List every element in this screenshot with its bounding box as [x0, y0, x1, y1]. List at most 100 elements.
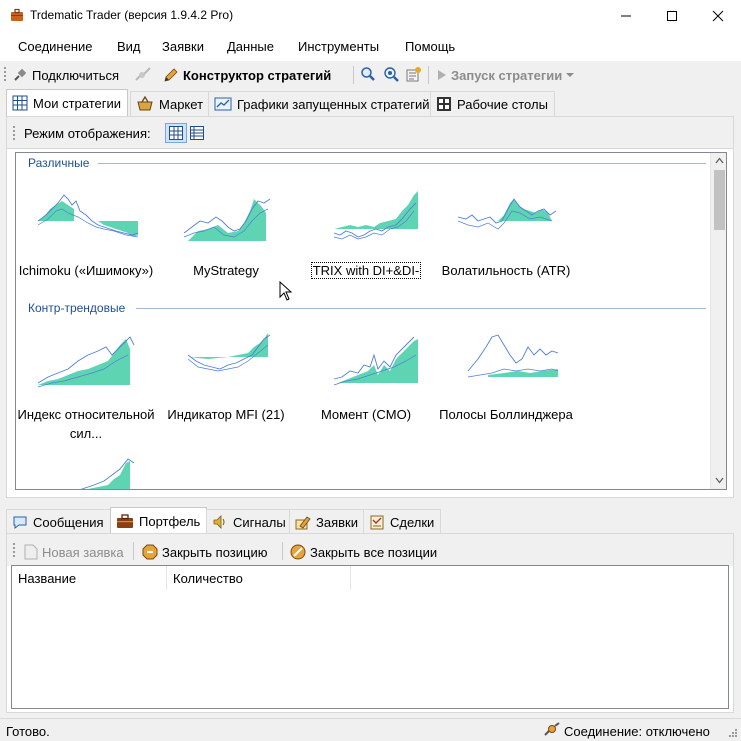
menu-view[interactable]: Вид: [117, 39, 141, 54]
main-tabs: Мои стратегии Маркет Графики запущенных …: [0, 89, 741, 116]
title-bar: Trdematic Trader (версия 1.9.4.2 Pro): [0, 0, 741, 31]
list-view-icon: [190, 126, 204, 140]
settings-icon[interactable]: [406, 66, 422, 85]
connection-status: Соединение: отключено: [564, 724, 710, 739]
tab-running-charts-label: Графики запущенных стратегий: [237, 96, 430, 112]
close-all-icon: [290, 544, 306, 560]
strategy-thumbnail: [187, 333, 271, 372]
strategy-item-trix[interactable]: TRIX with DI+&DI-: [296, 181, 436, 296]
view-mode-label: Режим отображения:: [24, 126, 151, 141]
strategies-panel: Режим отображения: Различные Ichimoku («…: [6, 116, 734, 498]
zoom-settings-icon[interactable]: [383, 66, 399, 85]
maximize-button[interactable]: [649, 0, 695, 31]
column-header-name[interactable]: Название: [12, 566, 167, 590]
tab-signals[interactable]: Сигналы: [206, 509, 293, 534]
search-icon[interactable]: [360, 66, 376, 85]
strategy-thumbnail: [38, 194, 138, 238]
strategy-builder-button[interactable]: Конструктор стратегий: [163, 65, 331, 85]
tab-desktops-label: Рабочие столы: [457, 96, 548, 112]
strategy-label: Волатильность (ATR): [441, 263, 571, 278]
pencil-icon: [164, 68, 178, 82]
chart-window-icon: [214, 97, 232, 111]
tab-my-strategies[interactable]: Мои стратегии: [6, 89, 129, 116]
tab-trades-label: Сделки: [390, 514, 435, 530]
strategy-item-mystrategy[interactable]: MyStrategy: [156, 181, 296, 296]
tab-portfolio[interactable]: Портфель: [110, 507, 208, 534]
scroll-up-icon[interactable]: [715, 157, 724, 164]
menu-help[interactable]: Помощь: [405, 39, 455, 54]
strategy-item-partial[interactable]: [16, 453, 156, 489]
tab-running-charts[interactable]: Графики запущенных стратегий: [208, 91, 437, 116]
strategy-item-volatility[interactable]: Волатильность (ATR): [436, 181, 576, 296]
app-briefcase-icon: [11, 8, 23, 21]
disconnect-icon[interactable]: [134, 66, 152, 87]
strategy-label-selected: TRIX with DI+&DI-: [296, 261, 436, 280]
strategies-list: Различные Ichimoku («Ишимоку») MyStrateg…: [15, 152, 727, 490]
close-button[interactable]: [695, 0, 741, 31]
scroll-down-icon[interactable]: [715, 477, 724, 484]
clipboard-icon: [370, 515, 384, 530]
tab-market[interactable]: Маркет: [130, 91, 211, 116]
strategy-item-bollinger[interactable]: Полосы Боллинджера: [436, 325, 576, 440]
strategy-thumbnail: [333, 336, 418, 386]
run-strategy-button[interactable]: Запуск стратегии: [437, 65, 575, 85]
close-position-button[interactable]: Закрыть позицию: [142, 542, 268, 562]
portfolio-table: Название Количество: [11, 565, 729, 709]
tab-portfolio-label: Портфель: [139, 513, 201, 529]
order-pencil-icon: [295, 516, 311, 530]
dropdown-arrow-icon: [566, 73, 575, 77]
portfolio-toolbar: Новая заявка Закрыть позицию Закрыть все…: [7, 534, 733, 566]
strategy-item-rsi[interactable]: Индекс относительной сил...: [16, 325, 156, 441]
play-icon: [438, 70, 446, 80]
menu-tools[interactable]: Инструменты: [298, 39, 379, 54]
menu-connection[interactable]: Соединение: [18, 39, 93, 54]
connect-button[interactable]: Подключиться: [12, 65, 119, 85]
strategy-builder-label: Конструктор стратегий: [183, 67, 332, 83]
list-view-button[interactable]: [190, 126, 204, 143]
status-bar: Готово. Соединение: отключено: [0, 718, 741, 741]
tab-my-strategies-label: Мои стратегии: [33, 95, 122, 111]
tab-orders[interactable]: Заявки: [289, 509, 365, 534]
status-text: Готово.: [6, 724, 50, 739]
strategy-label: TRIX with DI+&DI-: [310, 262, 422, 279]
vertical-scrollbar[interactable]: [710, 153, 726, 489]
tab-messages[interactable]: Сообщения: [6, 509, 111, 534]
strategy-label: Индикатор MFI (21): [167, 407, 285, 422]
strategy-item-ichimoku[interactable]: Ichimoku («Ишимоку»): [16, 181, 156, 296]
menu-orders[interactable]: Заявки: [162, 39, 204, 54]
group-title-various: Различные: [28, 156, 90, 170]
strategy-thumbnail: [183, 198, 271, 241]
large-icons-icon: [169, 126, 183, 140]
tab-orders-label: Заявки: [316, 514, 358, 530]
strategy-label: Индекс относительной сил...: [17, 407, 155, 441]
strategy-label: Момент (CMO): [320, 407, 412, 422]
new-order-button[interactable]: Новая заявка: [24, 542, 124, 562]
speech-bubble-icon: [13, 516, 27, 529]
close-icon: [712, 10, 724, 21]
minimize-icon: [621, 15, 631, 16]
menu-data[interactable]: Данные: [227, 39, 274, 54]
toolbar-grip: [13, 126, 16, 140]
minimize-button[interactable]: [603, 0, 649, 31]
strategy-item-mfi[interactable]: Индикатор MFI (21): [156, 325, 296, 440]
tab-desktops[interactable]: Рабочие столы: [430, 91, 555, 116]
tab-trades[interactable]: Сделки: [363, 509, 442, 534]
speaker-icon: [213, 515, 225, 529]
bottom-tabs: Сообщения Портфель Сигналы Заявки Сделки: [0, 507, 741, 534]
run-strategy-label: Запуск стратегии: [451, 67, 563, 83]
column-header-quantity[interactable]: Количество: [167, 566, 351, 590]
desktops-icon: [437, 97, 451, 111]
menu-bar: Соединение Вид Заявки Данные Инструменты…: [0, 31, 741, 61]
scroll-thumb[interactable]: [714, 170, 725, 230]
tab-signals-label: Сигналы: [233, 514, 286, 530]
large-icons-view-button[interactable]: [165, 123, 187, 143]
strategy-item-cmo[interactable]: Момент (CMO): [296, 325, 436, 440]
resize-grip-icon[interactable]: [728, 728, 738, 738]
strategy-thumbnail: [467, 334, 558, 378]
close-all-positions-label: Закрыть все позиции: [310, 544, 438, 560]
toolbar-grip: [4, 67, 7, 83]
close-all-positions-button[interactable]: Закрыть все позиции: [290, 542, 437, 562]
basket-icon: [137, 96, 153, 111]
connect-label: Подключиться: [32, 67, 120, 83]
grid-icon: [12, 95, 28, 111]
